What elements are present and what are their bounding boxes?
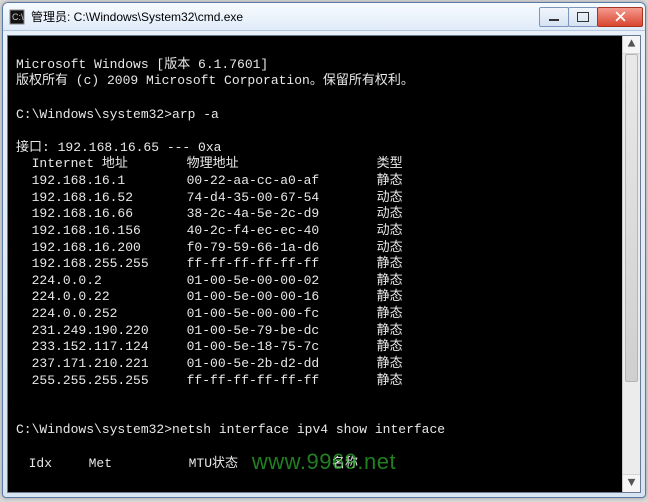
cmd-icon: C:\	[9, 9, 25, 25]
scroll-up-button[interactable]: ▲	[623, 36, 640, 54]
scroll-thumb[interactable]	[625, 54, 638, 382]
vertical-scrollbar[interactable]: ▲ ▼	[622, 36, 640, 492]
table-row: 233.152.117.12401-00-5e-18-75-7c静态	[16, 339, 403, 354]
table-row: 192.168.16.100-22-aa-cc-a0-af静态	[16, 173, 403, 188]
terminal-output[interactable]: Microsoft Windows [版本 6.1.7601] 版权所有 (c)…	[7, 35, 641, 493]
table-row: 192.168.16.6638-2c-4a-5e-2c-d9动态	[16, 206, 403, 221]
table-row: 237.171.210.22101-00-5e-2b-d2-dd静态	[16, 356, 403, 371]
window-buttons	[540, 7, 643, 27]
table-row: 192.168.255.255ff-ff-ff-ff-ff-ff静态	[16, 256, 403, 271]
interface-line: 接口: 192.168.16.65 --- 0xa	[16, 140, 221, 155]
maximize-button[interactable]	[568, 7, 598, 27]
prompt-line: C:\Windows\system32>arp -a	[16, 107, 219, 122]
arp-header-row: Internet 地址物理地址类型	[16, 156, 403, 171]
table-row: 224.0.0.201-00-5e-00-00-02静态	[16, 273, 403, 288]
table-row: 192.168.16.200f0-79-59-66-1a-d6动态	[16, 240, 403, 255]
titlebar[interactable]: C:\ 管理员: C:\Windows\System32\cmd.exe	[3, 3, 645, 31]
table-row: 192.168.16.5274-d4-35-00-67-54动态	[16, 190, 403, 205]
scroll-track[interactable]	[623, 54, 640, 474]
table-row: 231.249.190.22001-00-5e-79-be-dc静态	[16, 323, 403, 338]
close-button[interactable]	[597, 7, 643, 27]
banner-line: 版权所有 (c) 2009 Microsoft Corporation。保留所有…	[16, 73, 414, 88]
close-icon	[615, 11, 626, 22]
minimize-button[interactable]	[539, 7, 569, 27]
prompt-line: C:\Windows\system32>netsh interface ipv4…	[16, 422, 445, 437]
table-row: 224.0.0.25201-00-5e-00-00-fc静态	[16, 306, 403, 321]
scroll-down-button[interactable]: ▼	[623, 474, 640, 492]
netsh-divider: --- ---------- ---------- ------------ -…	[16, 489, 640, 493]
table-row: 224.0.0.2201-00-5e-00-00-16静态	[16, 289, 403, 304]
cmd-window: C:\ 管理员: C:\Windows\System32\cmd.exe Mic…	[2, 2, 646, 498]
window-title: 管理员: C:\Windows\System32\cmd.exe	[31, 8, 540, 25]
table-row: 192.168.16.15640-2c-f4-ec-ec-40动态	[16, 223, 403, 238]
netsh-header: Idx Met MTU 状态 名称	[16, 456, 640, 473]
svg-text:C:\: C:\	[12, 12, 24, 22]
banner-line: Microsoft Windows [版本 6.1.7601]	[16, 57, 268, 72]
arp-table: 192.168.16.100-22-aa-cc-a0-af静态 192.168.…	[16, 173, 640, 389]
table-row: 255.255.255.255ff-ff-ff-ff-ff-ff静态	[16, 373, 403, 388]
